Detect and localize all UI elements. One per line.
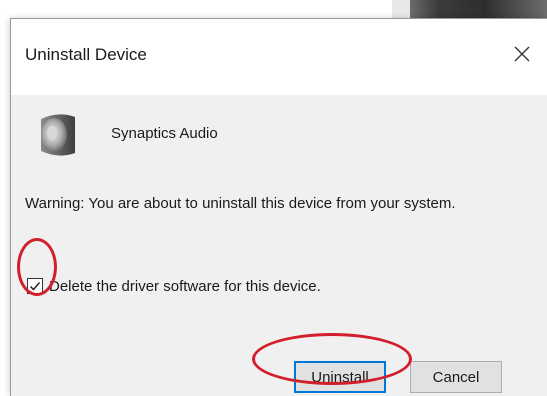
delete-driver-checkbox[interactable]: [27, 278, 43, 294]
speaker-icon: [35, 111, 79, 159]
uninstall-button[interactable]: Uninstall: [294, 361, 386, 393]
dialog-title: Uninstall Device: [25, 45, 147, 64]
close-button[interactable]: [507, 39, 537, 69]
checkmark-icon: [29, 282, 41, 291]
dialog-titlebar: Uninstall Device: [11, 19, 547, 95]
delete-driver-option[interactable]: Delete the driver software for this devi…: [25, 275, 321, 297]
dialog-content: Synaptics Audio Warning: You are about t…: [11, 95, 547, 396]
device-name: Synaptics Audio: [111, 125, 218, 142]
screenshot: Uninstall Device Synaptics Audio Warning…: [0, 0, 547, 396]
uninstall-device-dialog: Uninstall Device Synaptics Audio Warning…: [10, 18, 547, 396]
warning-text: Warning: You are about to uninstall this…: [25, 195, 456, 212]
close-icon: [514, 46, 530, 62]
cancel-button[interactable]: Cancel: [410, 361, 502, 393]
delete-driver-label: Delete the driver software for this devi…: [49, 277, 321, 295]
